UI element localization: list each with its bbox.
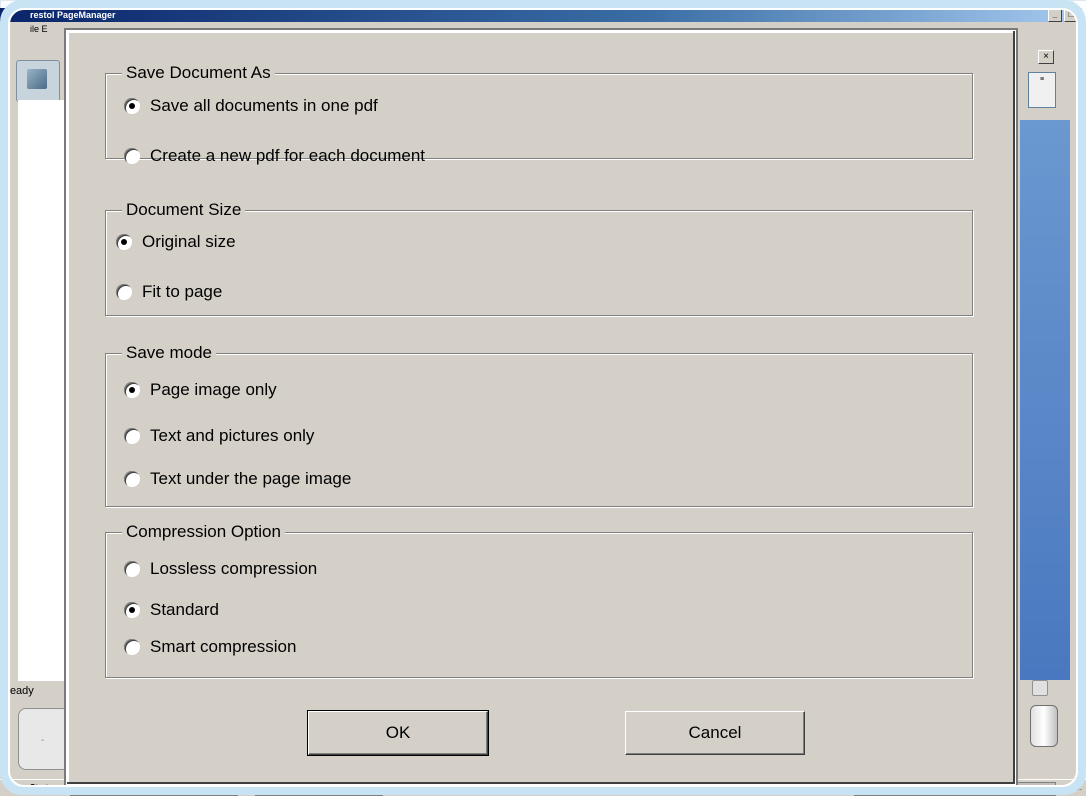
radio-unselected-icon[interactable] xyxy=(124,561,140,577)
radio-unselected-icon[interactable] xyxy=(124,148,140,164)
radio-original-size[interactable]: Original size xyxy=(116,232,236,252)
radio-lossless-compression[interactable]: Lossless compression xyxy=(124,559,317,579)
cancel-button[interactable]: Cancel xyxy=(625,711,805,755)
radio-text-under-image[interactable]: Text under the page image xyxy=(124,469,351,489)
radio-label: Page image only xyxy=(150,380,277,399)
group-document-size: Document Size Original size Fit to page xyxy=(105,199,973,316)
right-pane: × ≡ xyxy=(1018,40,1078,747)
group-legend: Compression Option xyxy=(122,521,285,543)
group-legend: Save mode xyxy=(122,342,216,364)
group-save-document-as: Save Document As Save all documents in o… xyxy=(105,62,973,165)
radio-unselected-icon[interactable] xyxy=(124,471,140,487)
radio-save-all-one-pdf[interactable]: Save all documents in one pdf xyxy=(124,96,378,116)
thumbnail-panel[interactable]: - xyxy=(18,708,70,770)
radio-selected-icon[interactable] xyxy=(124,602,140,618)
radio-new-pdf-each[interactable]: Create a new pdf for each document xyxy=(124,146,425,166)
radio-selected-icon[interactable] xyxy=(116,234,132,250)
radio-label: Text under the page image xyxy=(150,469,352,488)
radio-text-and-pictures[interactable]: Text and pictures only xyxy=(124,426,314,446)
radio-unselected-icon[interactable] xyxy=(124,639,140,655)
radio-label: Text and pictures only xyxy=(150,426,315,445)
radio-selected-icon[interactable] xyxy=(124,98,140,114)
radio-label: Save all documents in one pdf xyxy=(150,96,378,115)
document-icon[interactable]: ≡ xyxy=(1028,72,1056,108)
radio-label: Standard xyxy=(150,600,219,619)
radio-unselected-icon[interactable] xyxy=(116,284,132,300)
app-title: restol PageManager xyxy=(30,10,116,20)
scroll-icon[interactable] xyxy=(1032,680,1048,696)
radio-label: Fit to page xyxy=(142,282,223,301)
radio-unselected-icon[interactable] xyxy=(124,428,140,444)
radio-label: Create a new pdf for each document xyxy=(150,146,425,165)
start-button[interactable]: Start xyxy=(30,780,48,796)
status-text: Ready xyxy=(0,681,68,701)
group-legend: Document Size xyxy=(122,199,246,221)
radio-label: Original size xyxy=(142,232,236,251)
save-options-dialog: Save Document As Save all documents in o… xyxy=(66,30,1016,785)
radio-standard[interactable]: Standard xyxy=(124,600,219,620)
radio-page-image-only[interactable]: Page image only xyxy=(124,380,277,400)
maximize-button[interactable]: □ xyxy=(1064,9,1078,22)
minimize-button[interactable]: _ xyxy=(1048,9,1062,22)
preview-panel xyxy=(1020,120,1070,680)
scanner-icon xyxy=(27,69,47,89)
radio-selected-icon[interactable] xyxy=(124,382,140,398)
toolbar-scan-button[interactable] xyxy=(16,60,60,102)
clock: 05: xyxy=(1070,783,1082,792)
group-compression-option: Compression Option Lossless compression … xyxy=(105,521,973,678)
radio-smart-compression[interactable]: Smart compression xyxy=(124,637,296,657)
radio-label: Smart compression xyxy=(150,637,297,656)
radio-label: Lossless compression xyxy=(150,559,318,578)
close-icon[interactable]: × xyxy=(1038,50,1054,64)
radio-fit-to-page[interactable]: Fit to page xyxy=(116,282,222,302)
ok-button[interactable]: OK xyxy=(307,710,489,756)
trash-icon[interactable] xyxy=(1030,705,1058,747)
group-save-mode: Save mode Page image only Text and pictu… xyxy=(105,342,973,507)
group-legend: Save Document As xyxy=(122,62,275,84)
document-tree-pane[interactable] xyxy=(18,100,67,682)
app-titlebar: restol PageManager _ □ xyxy=(0,8,1082,22)
